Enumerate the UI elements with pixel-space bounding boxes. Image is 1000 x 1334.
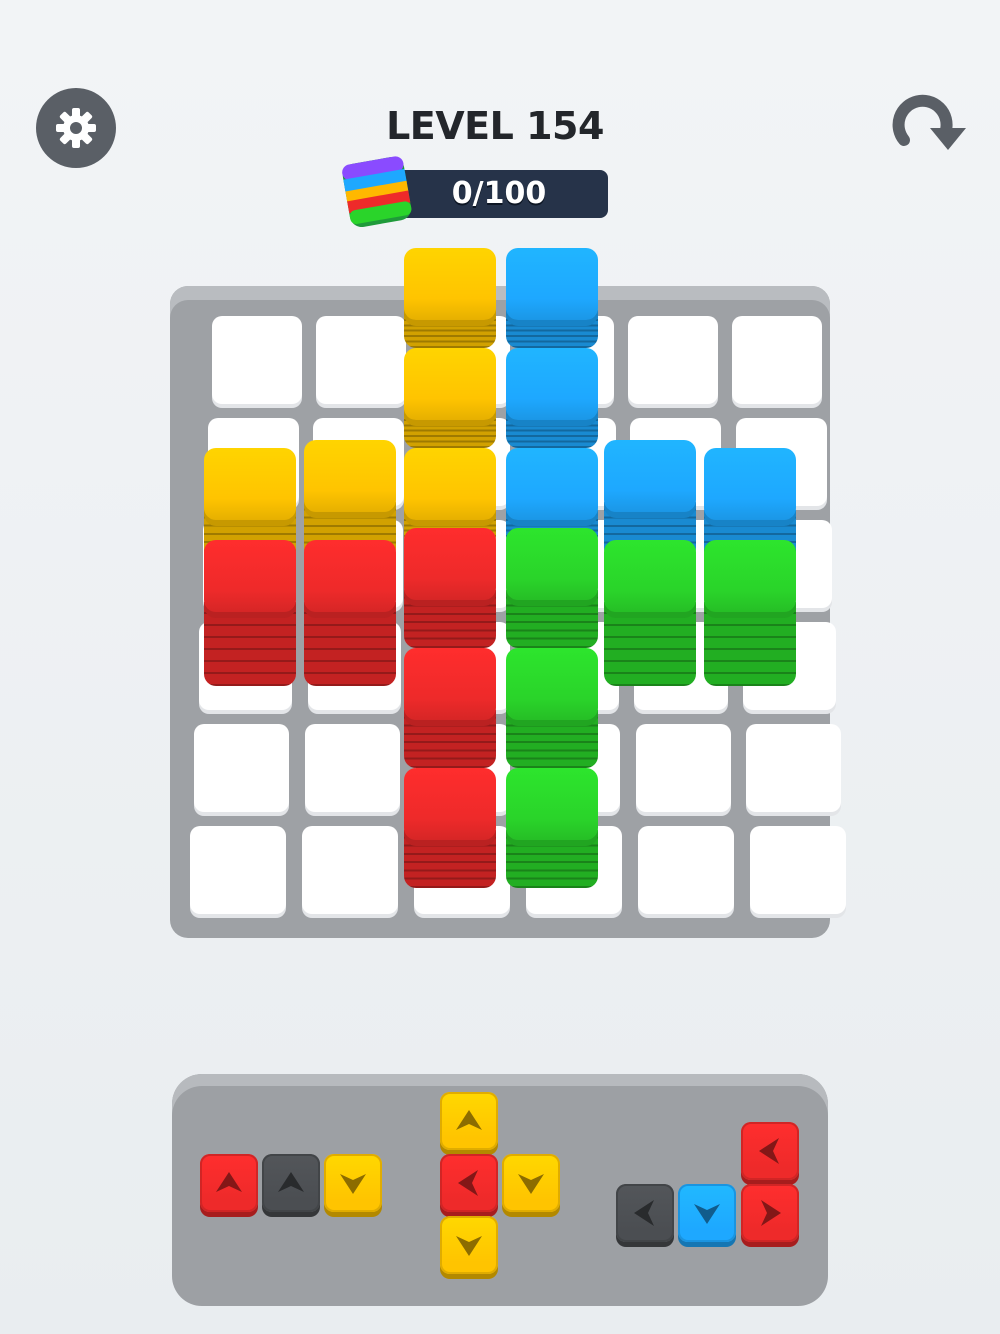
grid-cell [638,826,734,914]
green-tile [506,768,598,888]
red-right-key[interactable] [741,1184,799,1242]
red-tile-face [404,528,496,600]
red-tile [404,648,496,768]
grid-cell [628,316,718,404]
blue-tile-face [506,248,598,320]
stacked-tiles-icon [342,156,412,227]
green-tile-face [704,540,796,612]
level-title: LEVEL 154 [386,104,604,148]
grid-cell [636,724,731,812]
arrow-down-icon [456,1236,482,1256]
red-left-key[interactable] [440,1154,498,1212]
red-tile-face [304,540,396,612]
green-tile-face [506,648,598,720]
arrow-left-icon [634,1200,654,1226]
yellow-tile [404,248,496,348]
yellow-tile-face [404,248,496,320]
red-stack[interactable] [204,540,296,686]
red-tile-face [204,540,296,612]
red-tile [404,528,496,648]
arrow-down-icon [518,1174,544,1194]
yellow-down-key[interactable] [440,1216,498,1274]
red-stack[interactable] [304,540,396,686]
red-up-key[interactable] [200,1154,258,1212]
red-tile [204,540,296,686]
yellow-tile-face [404,348,496,420]
blue-tile-face [604,440,696,512]
yellow-down-key[interactable] [324,1154,382,1212]
arrow-up-icon [278,1172,304,1192]
red-tile [404,768,496,888]
blue-stack[interactable] [506,248,598,548]
yellow-stack[interactable] [404,248,496,548]
green-tile [506,528,598,648]
green-tile-face [506,528,598,600]
arrow-down-icon [694,1204,720,1224]
red-stack[interactable] [404,528,496,888]
green-tile-face [506,768,598,840]
grid-cell [750,826,846,914]
red-tile [304,540,396,686]
progress-display: 0/100 [340,152,610,232]
yellow-tile [404,348,496,448]
yellow-up-key[interactable] [440,1092,498,1150]
blue-tile [506,348,598,448]
blue-down-key[interactable] [678,1184,736,1242]
green-stack[interactable] [604,540,696,686]
arrow-left-icon [759,1138,779,1164]
green-tile [704,540,796,686]
grid-cell [732,316,822,404]
yellow-down-key[interactable] [502,1154,560,1212]
grid-cell [746,724,842,812]
blue-tile [506,248,598,348]
arrow-up-icon [216,1172,242,1192]
yellow-tile-face [204,448,296,520]
arrow-down-icon [340,1174,366,1194]
red-tile-face [404,768,496,840]
grid-cell [190,826,286,914]
red-tile-face [404,648,496,720]
grid-cell [304,724,400,812]
arrow-up-icon [456,1110,482,1130]
green-tile [604,540,696,686]
red-left-key[interactable] [741,1122,799,1180]
grid-cell [302,826,398,914]
gray-left-key[interactable] [616,1184,674,1242]
grid-cell [212,316,302,404]
green-tile-face [604,540,696,612]
arrow-right-icon [761,1200,781,1226]
gray-up-key[interactable] [262,1154,320,1212]
green-stack[interactable] [704,540,796,686]
blue-tile-face [704,448,796,520]
green-stack[interactable] [506,528,598,888]
restart-button[interactable] [884,88,968,168]
green-tile [506,648,598,768]
blue-tile-face [506,348,598,420]
yellow-tile-face [404,448,496,520]
grid-cell [316,316,406,404]
blue-tile-face [506,448,598,520]
progress-text: 0/100 [451,176,547,211]
grid-cell [194,724,290,812]
yellow-tile-face [304,440,396,512]
arrow-left-icon [458,1170,478,1196]
restart-icon [892,94,966,150]
